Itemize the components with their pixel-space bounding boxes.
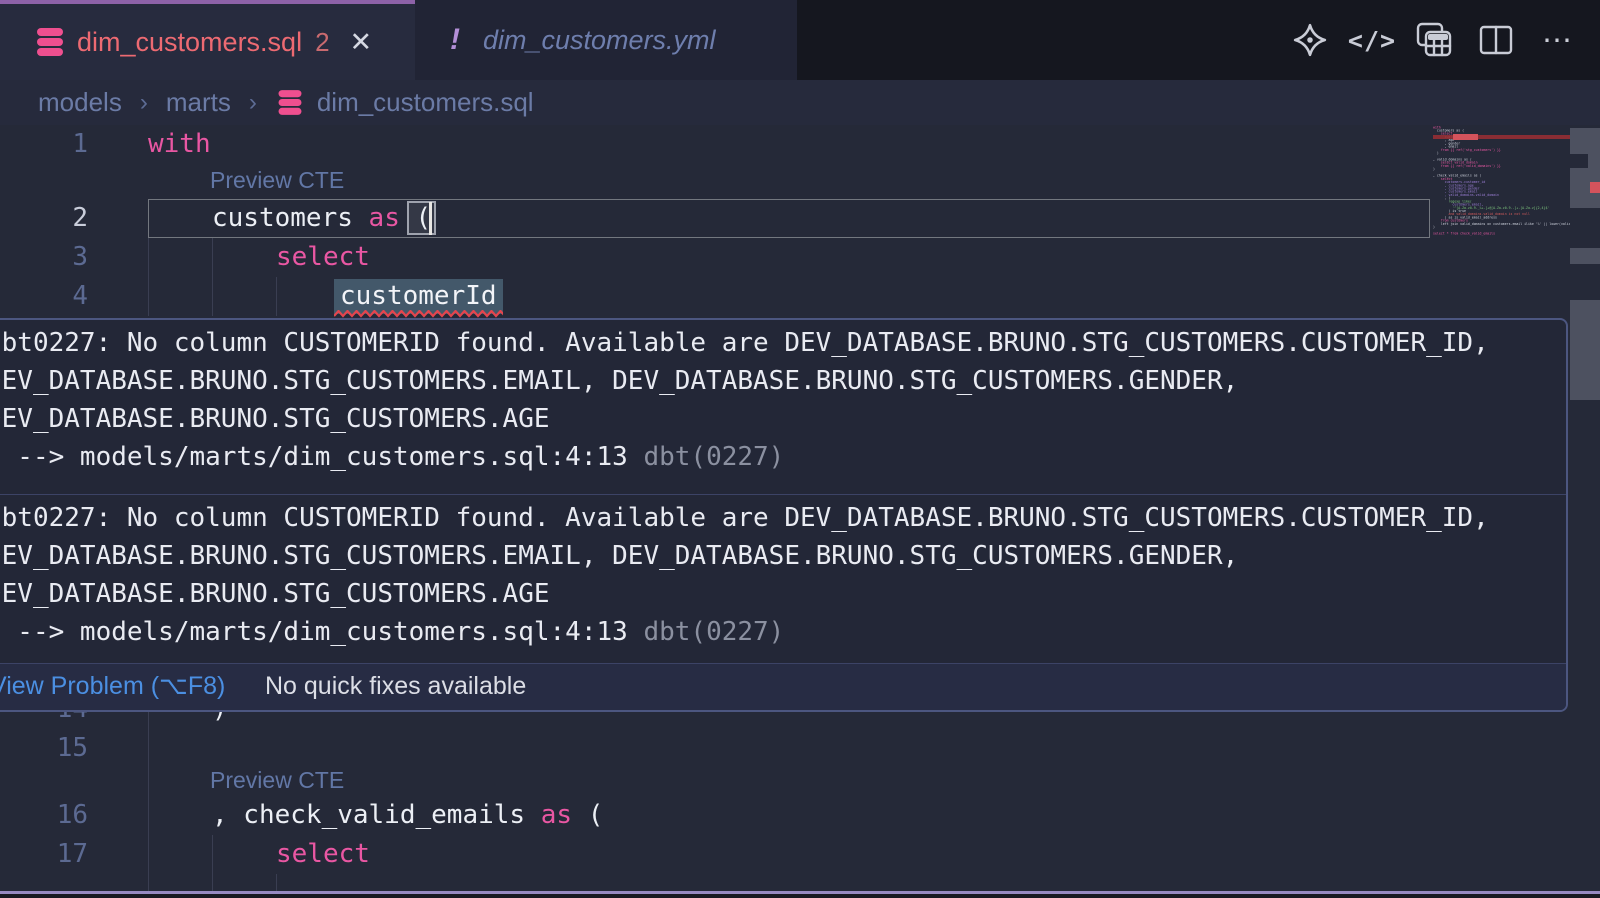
line-number: 3 <box>0 238 88 277</box>
code-token: , check_valid_emails <box>212 800 541 830</box>
line-number: 17 <box>0 835 88 874</box>
line-number: 4 <box>0 277 88 316</box>
tooltip-error-line: DEV_DATABASE.BRUNO.STG_CUSTOMERS.EMAIL, … <box>0 362 1566 400</box>
error-text: --> models/marts/dim_customers.sql:4:13 <box>0 617 643 647</box>
code-text: with <box>148 125 211 164</box>
tab-dim-customers-yml[interactable]: ! dim_customers.yml <box>415 0 797 80</box>
tab-label: dim_customers.yml <box>483 25 716 56</box>
tab-badge: 2 <box>315 27 329 58</box>
code-line[interactable]: 17 select <box>0 835 1432 874</box>
query-results-icon[interactable] <box>1414 20 1454 60</box>
minimap-line: select * from check_valid_emails <box>1433 232 1570 235</box>
tab-dim-customers-sql[interactable]: dim_customers.sql 2 ✕ <box>0 0 415 80</box>
code-token: select <box>276 839 370 869</box>
error-code-label: dbt(0227) <box>643 442 784 472</box>
tooltip-error-line: --> models/marts/dim_customers.sql:4:13 … <box>0 613 1566 651</box>
code-token: select <box>276 242 370 272</box>
code-token: as <box>541 800 572 830</box>
indent-guide <box>276 874 277 891</box>
error-text: DEV_DATABASE.BRUNO.STG_CUSTOMERS.EMAIL, … <box>0 366 1238 396</box>
code-token: customers <box>212 203 369 233</box>
close-icon[interactable]: ✕ <box>350 27 373 58</box>
code-text: select <box>276 238 370 277</box>
error-code-label: dbt(0227) <box>643 617 784 647</box>
scrollbar-thumb <box>1570 154 1588 168</box>
compiled-code-icon[interactable]: </> <box>1352 20 1392 60</box>
error-squiggle-icon <box>334 310 503 318</box>
scrollbar-thumb[interactable] <box>1570 128 1600 208</box>
code-text: , check_valid_emails as ( <box>212 796 603 835</box>
code-line[interactable]: 3 select <box>0 238 1432 277</box>
breadcrumb-file[interactable]: dim_customers.sql <box>317 87 534 118</box>
tooltip-error-line: dbt0227: No column CUSTOMERID found. Ava… <box>0 499 1566 537</box>
minimap[interactable]: with customers as ( select customerId , … <box>1433 126 1570 238</box>
code-line[interactable]: 1 with <box>0 125 1432 164</box>
tooltip-error-line: DEV_DATABASE.BRUNO.STG_CUSTOMERS.AGE <box>0 575 1566 613</box>
line-number: 1 <box>0 125 88 164</box>
line-number: 16 <box>0 796 88 835</box>
scrollbar-thumb[interactable] <box>1570 300 1600 400</box>
split-editor-icon[interactable] <box>1476 20 1516 60</box>
code-token: with <box>148 129 211 159</box>
breadcrumb-marts[interactable]: marts <box>166 87 231 118</box>
line-number: 15 <box>0 729 88 768</box>
error-text: dbt0227: No column CUSTOMERID found. Ava… <box>0 328 1489 358</box>
no-quick-fixes-label: No quick fixes available <box>265 664 526 709</box>
dbt-power-user-icon[interactable] <box>1290 20 1330 60</box>
tooltip-footer: View Problem (⌥F8) No quick fixes availa… <box>0 663 1566 710</box>
code-line[interactable]: 4 customerId <box>0 277 1432 316</box>
view-problem-link[interactable]: View Problem (⌥F8) <box>0 664 225 709</box>
tab-label: dim_customers.sql <box>77 27 302 58</box>
database-icon <box>33 27 67 57</box>
text-cursor <box>429 202 432 235</box>
error-text: DEV_DATABASE.BRUNO.STG_CUSTOMERS.EMAIL, … <box>0 541 1238 571</box>
breadcrumb: models › marts › dim_customers.sql <box>0 80 1600 125</box>
error-text: DEV_DATABASE.BRUNO.STG_CUSTOMERS.AGE <box>0 404 550 434</box>
scrollbar-thumb[interactable] <box>1570 248 1600 264</box>
editor-actions: </> ⋯ <box>1290 0 1578 80</box>
error-text: DEV_DATABASE.BRUNO.STG_CUSTOMERS.AGE <box>0 579 550 609</box>
error-text: --> models/marts/dim_customers.sql:4:13 <box>0 442 643 472</box>
scrollbar-error-mark <box>1590 182 1600 193</box>
codelens-preview-cte[interactable]: Preview CTE <box>210 763 344 797</box>
minimap-line: left join valid_domains on customers.ema… <box>1433 223 1570 226</box>
problem-hover-tooltip: dbt0227: No column CUSTOMERID found. Ava… <box>0 318 1568 712</box>
error-token[interactable]: customerId <box>334 279 503 314</box>
minimap-error-token <box>1453 134 1478 140</box>
tooltip-error-block: dbt0227: No column CUSTOMERID found. Ava… <box>0 320 1566 494</box>
breadcrumb-models[interactable]: models <box>38 87 122 118</box>
window-bottom-edge <box>0 894 1600 898</box>
chevron-right-icon: › <box>249 89 257 117</box>
tooltip-error-line: DEV_DATABASE.BRUNO.STG_CUSTOMERS.EMAIL, … <box>0 537 1566 575</box>
chevron-right-icon: › <box>140 89 148 117</box>
tooltip-error-line: --> models/marts/dim_customers.sql:4:13 … <box>0 438 1566 476</box>
error-text: dbt0227: No column CUSTOMERID found. Ava… <box>0 503 1489 533</box>
code-token: as <box>369 203 400 233</box>
more-actions-icon[interactable]: ⋯ <box>1538 20 1578 60</box>
database-icon <box>275 89 305 116</box>
code-line[interactable]: 2 customers as ( <box>0 199 1432 238</box>
code-token: ( <box>572 800 603 830</box>
tooltip-error-line: dbt0227: No column CUSTOMERID found. Ava… <box>0 324 1566 362</box>
tooltip-error-line: DEV_DATABASE.BRUNO.STG_CUSTOMERS.AGE <box>0 400 1566 438</box>
tooltip-error-block: dbt0227: No column CUSTOMERID found. Ava… <box>0 494 1566 667</box>
codelens-preview-cte[interactable]: Preview CTE <box>210 163 344 197</box>
line-number: 2 <box>0 199 88 238</box>
code-text: select <box>276 835 370 874</box>
code-text: customers as ( <box>212 199 431 238</box>
warning-icon: ! <box>450 23 460 57</box>
code-line[interactable]: 16 , check_valid_emails as ( <box>0 796 1432 835</box>
